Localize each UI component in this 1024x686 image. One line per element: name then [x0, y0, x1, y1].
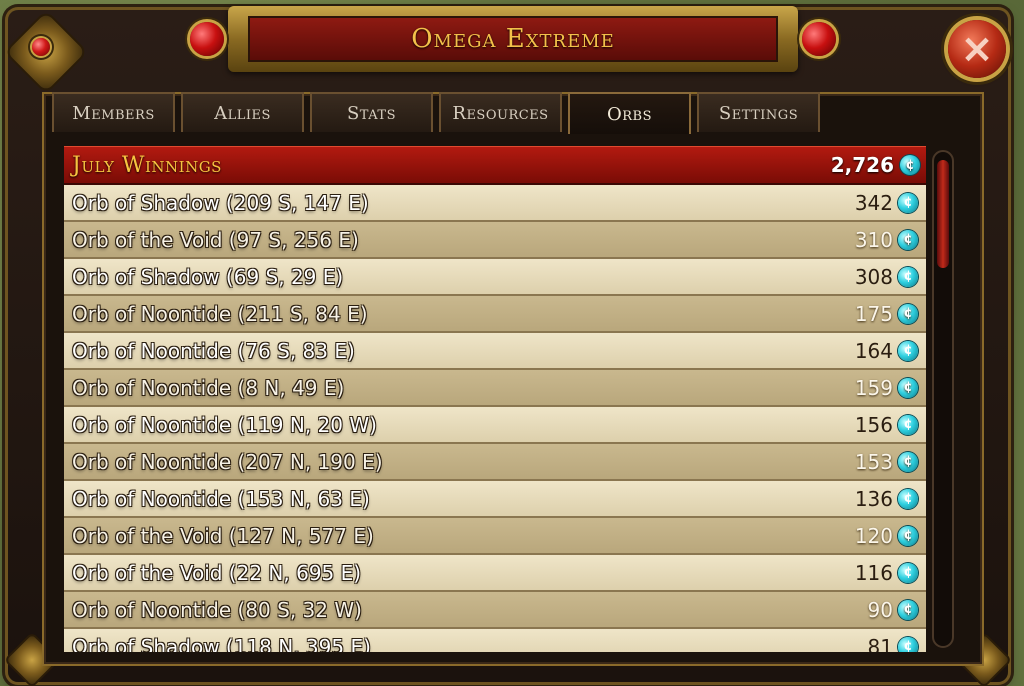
list-item[interactable]: Orb of Noontide (153 N, 63 E) 136 ¢ — [64, 481, 926, 518]
list-item[interactable]: Orb of Noontide (119 N, 20 W) 156 ¢ — [64, 407, 926, 444]
scrollbar[interactable] — [932, 150, 954, 648]
orb-value: 116 — [854, 560, 893, 585]
orb-value: 156 — [854, 412, 893, 437]
gem-currency-icon: ¢ — [898, 266, 918, 287]
orb-name: Orb of the Void (97 S, 256 E) — [72, 227, 359, 252]
summary-value: 2,726 — [830, 153, 894, 177]
orb-value: 310 — [854, 227, 893, 252]
orb-name: Orb of Noontide (153 N, 63 E) — [72, 486, 370, 511]
orb-value: 120 — [854, 523, 893, 548]
close-button[interactable]: × — [948, 20, 1006, 78]
orb-name: Orb of Noontide (119 N, 20 W) — [72, 412, 377, 437]
ruby-knob-left-icon — [190, 22, 224, 56]
tab-resources[interactable]: Resources — [439, 92, 562, 132]
summary-title: July Winnings — [72, 152, 222, 178]
gem-currency-icon: ¢ — [898, 562, 918, 583]
orb-name: Orb of Noontide (207 N, 190 E) — [72, 449, 383, 474]
gem-currency-icon: ¢ — [898, 377, 918, 398]
orb-value: 159 — [854, 375, 893, 400]
ruby-knob-right-icon — [802, 22, 836, 56]
orb-name: Orb of Shadow (118 N, 395 E) — [72, 634, 371, 653]
orb-name: Orb of Noontide (8 N, 49 E) — [72, 375, 345, 400]
gem-currency-icon: ¢ — [898, 451, 918, 472]
orb-value: 90 — [867, 597, 893, 622]
gem-currency-icon: ¢ — [898, 229, 918, 250]
tab-members[interactable]: Members — [52, 92, 175, 132]
list-item[interactable]: Orb of Noontide (207 N, 190 E) 153 ¢ — [64, 444, 926, 481]
tab-bar: Members Allies Stats Resources Orbs Sett… — [52, 92, 820, 134]
list-item[interactable]: Orb of Noontide (211 S, 84 E) 175 ¢ — [64, 296, 926, 333]
tab-stats[interactable]: Stats — [310, 92, 433, 132]
gem-currency-icon: ¢ — [898, 192, 918, 213]
gem-currency-icon: ¢ — [898, 414, 918, 435]
orb-value: 136 — [854, 486, 893, 511]
window-title: Omega Extreme — [411, 24, 615, 54]
orb-name: Orb of the Void (22 N, 695 E) — [72, 560, 362, 585]
list-item[interactable]: Orb of the Void (127 N, 577 E) 120 ¢ — [64, 518, 926, 555]
summary-header-row: July Winnings 2,726 ¢ — [64, 146, 926, 185]
orb-name: Orb of the Void (127 N, 577 E) — [72, 523, 374, 548]
orb-name: Orb of Noontide (76 S, 83 E) — [72, 338, 355, 363]
gem-currency-icon: ¢ — [898, 303, 918, 324]
orb-value: 164 — [854, 338, 893, 363]
orb-value: 342 — [854, 190, 893, 215]
list-item[interactable]: Orb of the Void (97 S, 256 E) 310 ¢ — [64, 222, 926, 259]
orb-name: Orb of Noontide (211 S, 84 E) — [72, 301, 368, 326]
close-icon: × — [960, 26, 994, 72]
orb-name: Orb of Noontide (80 S, 32 W) — [72, 597, 362, 622]
gem-currency-icon: ¢ — [898, 636, 918, 652]
list-item[interactable]: Orb of the Void (22 N, 695 E) 116 ¢ — [64, 555, 926, 592]
list-item[interactable]: Orb of Noontide (8 N, 49 E) 159 ¢ — [64, 370, 926, 407]
orb-value: 153 — [854, 449, 893, 474]
orb-name: Orb of Shadow (69 S, 29 E) — [72, 264, 344, 289]
list-item[interactable]: Orb of Shadow (209 S, 147 E) 342 ¢ — [64, 185, 926, 222]
title-plate: Omega Extreme — [248, 16, 778, 62]
gem-currency-icon: ¢ — [898, 599, 918, 620]
tab-orbs[interactable]: Orbs — [568, 92, 691, 134]
orb-value: 81 — [867, 634, 893, 653]
orb-value: 175 — [854, 301, 893, 326]
scrollbar-thumb[interactable] — [937, 160, 949, 268]
orb-name: Orb of Shadow (209 S, 147 E) — [72, 190, 369, 215]
list-item[interactable]: Orb of Shadow (118 N, 395 E) 81 ¢ — [64, 629, 926, 652]
gem-currency-icon: ¢ — [898, 488, 918, 509]
gem-currency-icon: ¢ — [900, 155, 920, 175]
gem-currency-icon: ¢ — [898, 525, 918, 546]
list-item[interactable]: Orb of Noontide (76 S, 83 E) 164 ¢ — [64, 333, 926, 370]
gem-currency-icon: ¢ — [898, 340, 918, 361]
tab-allies[interactable]: Allies — [181, 92, 304, 132]
list-item[interactable]: Orb of Noontide (80 S, 32 W) 90 ¢ — [64, 592, 926, 629]
title-banner: Omega Extreme — [190, 6, 836, 72]
list-item[interactable]: Orb of Shadow (69 S, 29 E) 308 ¢ — [64, 259, 926, 296]
orbs-list[interactable]: July Winnings 2,726 ¢ Orb of Shadow (209… — [64, 146, 926, 652]
ruby-gem-icon — [32, 38, 50, 56]
tab-settings[interactable]: Settings — [697, 92, 820, 132]
orb-value: 308 — [854, 264, 893, 289]
